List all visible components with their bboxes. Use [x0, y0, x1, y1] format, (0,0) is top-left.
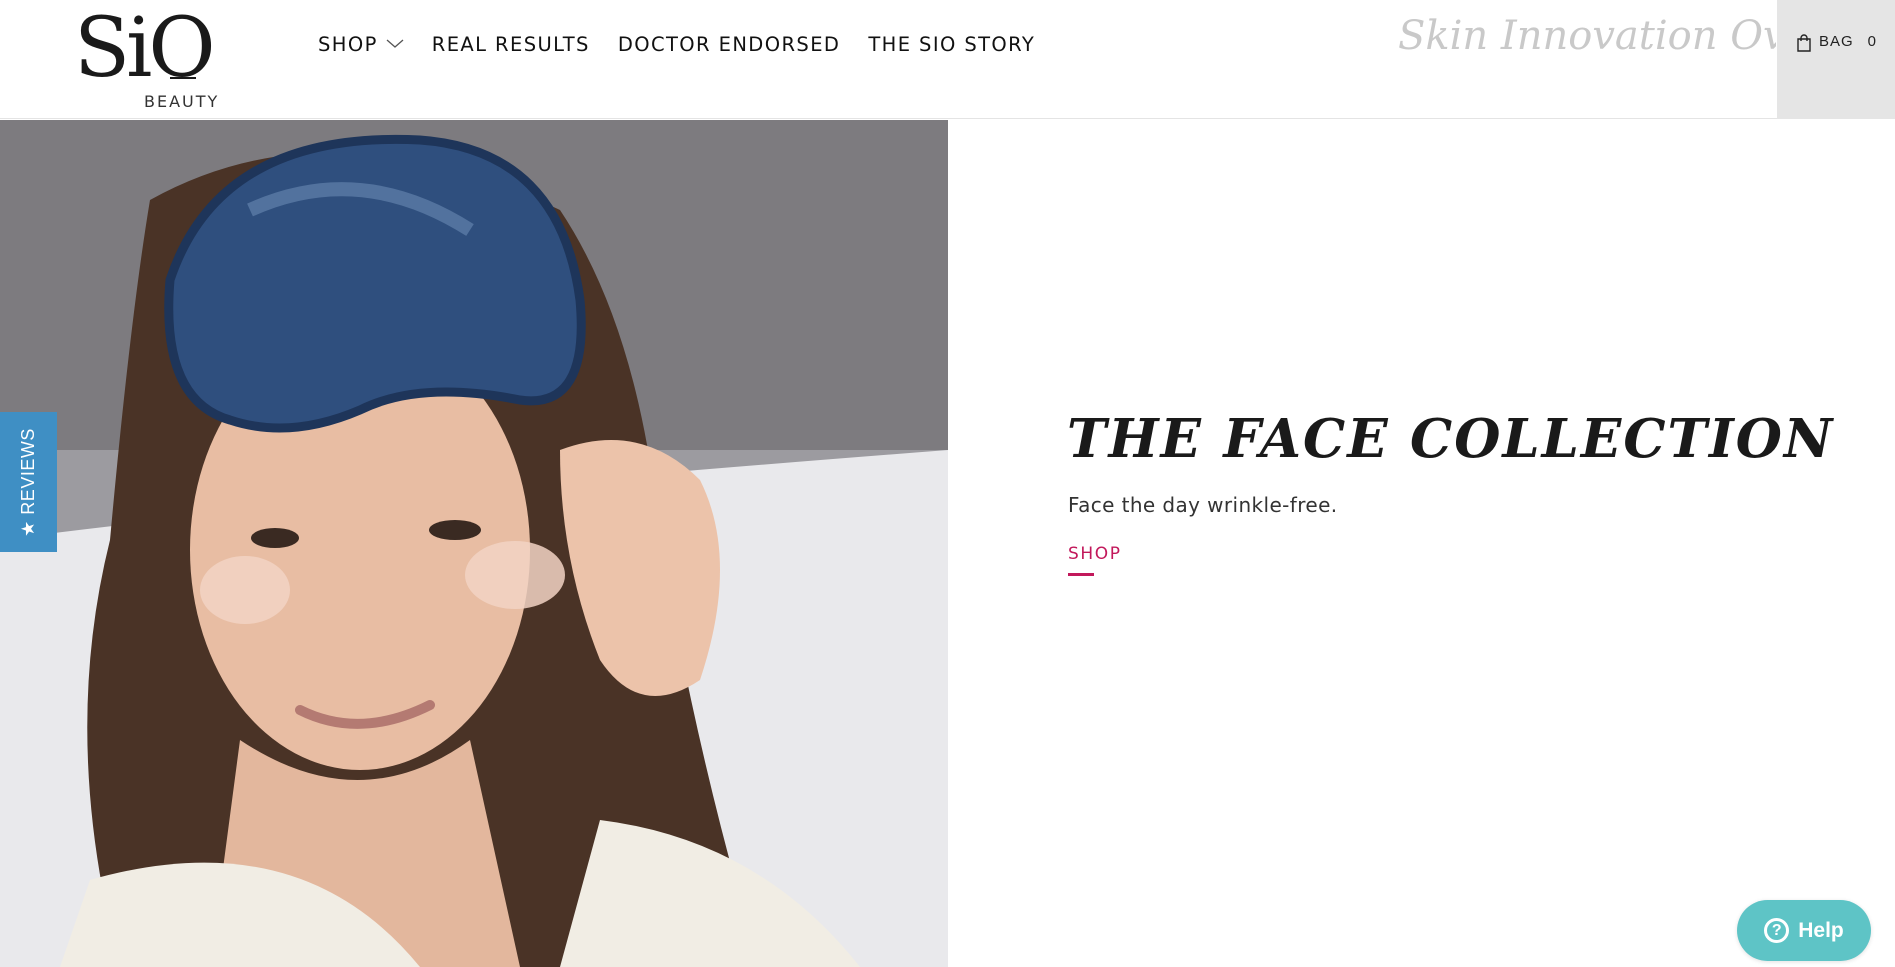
nav-item-label: REAL RESULTS	[431, 32, 590, 56]
nav-item-doctor-endorsed[interactable]: DOCTOR ENDORSED	[618, 33, 841, 56]
site-header: SiO BEAUTY SHOP REAL RESULTS DOCTOR ENDO…	[0, 0, 1895, 119]
nav-item-label: DOCTOR ENDORSED	[617, 32, 841, 56]
help-label: Help	[1798, 918, 1844, 942]
hero-shop-link[interactable]: SHOP	[1068, 544, 1122, 564]
chevron-down-icon	[386, 39, 404, 48]
nav-item-label: SHOP	[318, 32, 378, 56]
hero-title: THE FACE COLLECTION	[1067, 408, 1835, 470]
bag-button[interactable]: BAG 0	[1777, 0, 1895, 119]
shopping-bag-icon	[1797, 34, 1811, 52]
logo-underline	[170, 77, 196, 79]
woman-with-sleep-mask-photo	[0, 120, 948, 967]
bag-label: BAG	[1818, 33, 1854, 50]
header-tagline: Skin Innovation Overnight	[1398, 13, 1776, 59]
hero-shop-underline	[1068, 573, 1094, 576]
reviews-tab[interactable]: ★ REVIEWS	[0, 412, 57, 552]
bag-count: 0	[1867, 33, 1877, 50]
nav-item-real-results[interactable]: REAL RESULTS	[432, 33, 590, 56]
nav-item-shop[interactable]: SHOP	[318, 33, 404, 56]
nav-item-sio-story[interactable]: THE SIO STORY	[868, 33, 1035, 56]
logo-subtitle: BEAUTY	[144, 92, 220, 111]
brand-logo[interactable]: SiO BEAUTY	[74, 8, 217, 112]
nav-item-label: THE SIO STORY	[868, 32, 1036, 56]
main-nav: SHOP REAL RESULTS DOCTOR ENDORSED THE SI…	[318, 32, 1063, 56]
reviews-tab-label: ★ REVIEWS	[18, 427, 38, 537]
hero-image	[0, 120, 948, 967]
hero-subtitle: Face the day wrinkle-free.	[1068, 493, 1338, 517]
help-button[interactable]: ? Help	[1737, 900, 1871, 961]
question-icon: ?	[1764, 918, 1790, 943]
